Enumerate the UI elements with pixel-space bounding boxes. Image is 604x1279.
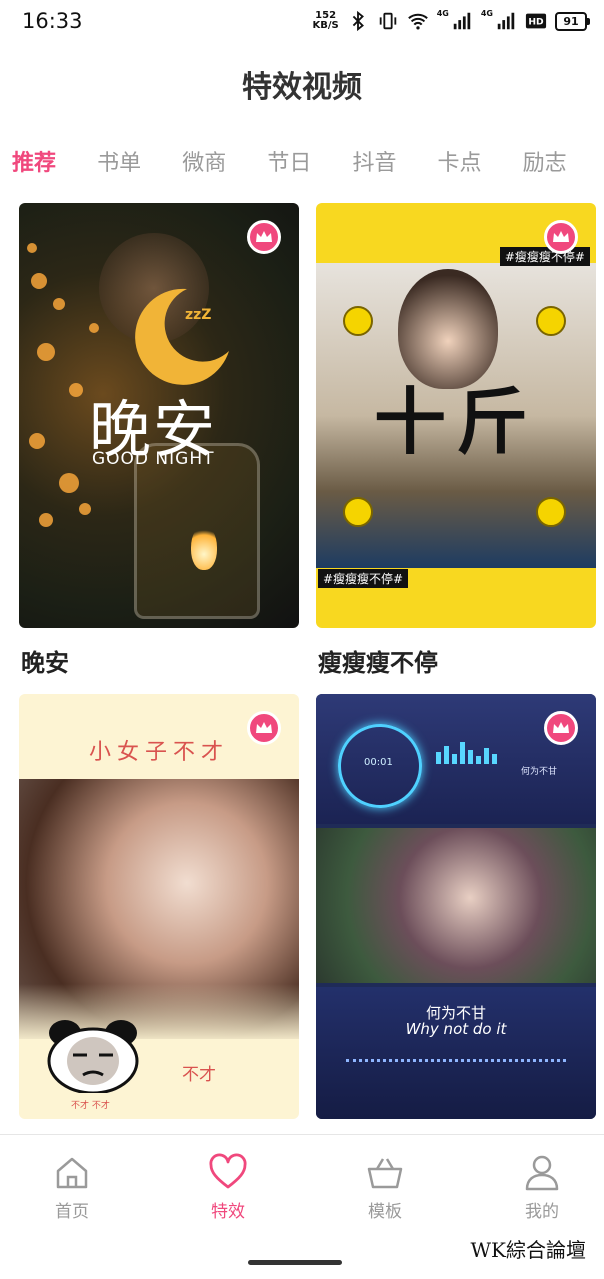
crown-icon: [247, 220, 281, 254]
hd-icon: HD: [525, 13, 547, 29]
overlay-big-text: 十斤: [374, 380, 539, 464]
vibrate-icon: [379, 12, 396, 30]
smiley-icon: [343, 497, 373, 527]
overlay-sub-small: 不才 不才: [71, 1101, 110, 1111]
home-icon: [56, 1157, 88, 1189]
signal-tag-2: 4G: [480, 8, 493, 18]
status-bar: 16:33 152 KB/S 4G 4G HD 91: [0, 0, 604, 46]
video-card-xiaonvzi[interactable]: 小女子不才 不才 不才 不才: [19, 694, 299, 1119]
heart-icon: [209, 1153, 247, 1189]
video-thumbnail[interactable]: 小女子不才 不才 不才 不才: [19, 694, 299, 1119]
video-card-slim[interactable]: #瘦瘦瘦不停# #瘦瘦瘦不停# 十斤 瘦瘦瘦不停: [316, 203, 596, 677]
category-tabs: 推荐 书单 微商 节日 抖音 卡点 励志 运: [12, 145, 604, 179]
tab-booklist[interactable]: 书单: [97, 145, 141, 177]
caption-english: Why not do it: [405, 1020, 507, 1038]
status-icons: 152 KB/S 4G 4G HD 91: [312, 8, 590, 32]
hashtag-top: #瘦瘦瘦不停#: [499, 247, 590, 266]
user-icon: [525, 1155, 559, 1191]
tab-holiday[interactable]: 节日: [267, 145, 311, 177]
battery-icon: 91: [555, 11, 590, 31]
signal-icon: [497, 12, 515, 30]
overlay-subtitle: GOOD NIGHT: [92, 449, 215, 469]
moon-zzz-text: zzZ: [185, 307, 211, 323]
card-title: 晚安: [21, 649, 69, 677]
nav-home[interactable]: 首页: [32, 1153, 112, 1222]
panda-meme-icon: [47, 1020, 139, 1093]
bluetooth-icon: [352, 10, 364, 32]
page-title: 特效视频: [242, 70, 362, 105]
video-thumbnail[interactable]: 00:01 何为不甘 何为不甘 Why not do it: [316, 694, 596, 1119]
overlay-sub: 不才: [182, 1065, 216, 1085]
tab-beat-sync[interactable]: 卡点: [438, 145, 482, 177]
moon-icon: zzZ: [135, 288, 229, 385]
crown-icon: [247, 711, 281, 745]
nav-label: 模板: [368, 1202, 402, 1222]
crown-icon: [544, 711, 578, 745]
basket-icon: [367, 1158, 403, 1189]
nav-mine[interactable]: 我的: [502, 1153, 582, 1222]
video-thumbnail[interactable]: #瘦瘦瘦不停# #瘦瘦瘦不停# 十斤: [316, 203, 596, 628]
nav-label: 我的: [525, 1202, 559, 1222]
net-speed-unit: KB/S: [312, 20, 339, 31]
visualizer-time: 00:01: [364, 757, 393, 768]
wifi-icon: [407, 13, 428, 30]
net-speed: 152 KB/S: [312, 11, 338, 31]
crown-icon: [544, 220, 578, 254]
video-card-good-night[interactable]: zzZ 晚安 GOOD NIGHT 晚安: [19, 203, 299, 677]
video-thumbnail[interactable]: zzZ 晚安 GOOD NIGHT: [19, 203, 299, 628]
nav-templates[interactable]: 模板: [345, 1153, 425, 1222]
tab-recommend[interactable]: 推荐: [12, 145, 56, 177]
bottom-nav: 首页 特效 模板 我的: [0, 1134, 604, 1231]
smiley-icon: [536, 306, 566, 336]
signal-icon: [453, 12, 471, 30]
signal-tag-1: 4G: [436, 8, 449, 18]
nav-label: 特效: [211, 1202, 245, 1222]
status-time: 16:33: [22, 9, 83, 33]
caption-top: 何为不甘: [521, 767, 558, 777]
watermark-text: WK綜合論壇: [470, 1238, 587, 1262]
home-indicator[interactable]: [248, 1260, 342, 1265]
card-title: 瘦瘦瘦不停: [318, 649, 438, 677]
video-card-why-not[interactable]: 00:01 何为不甘 何为不甘 Why not do it: [316, 694, 596, 1119]
nav-effects[interactable]: 特效: [188, 1153, 268, 1222]
tab-wechat-business[interactable]: 微商: [182, 145, 226, 177]
hd-label: HD: [528, 17, 544, 28]
tab-inspirational[interactable]: 励志: [523, 145, 567, 177]
battery-level: 91: [555, 11, 587, 31]
smiley-icon: [343, 306, 373, 336]
nav-label: 首页: [55, 1202, 89, 1222]
smiley-icon: [536, 497, 566, 527]
hashtag-bottom: #瘦瘦瘦不停#: [318, 569, 409, 588]
tab-douyin[interactable]: 抖音: [352, 145, 396, 177]
